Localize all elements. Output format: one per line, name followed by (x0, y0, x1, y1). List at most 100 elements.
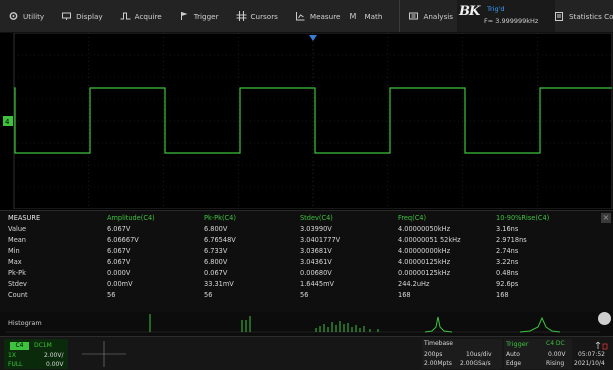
menu-display[interactable]: Display (53, 0, 112, 32)
cell: 3.16ns (496, 225, 519, 233)
cell: 6.800V (204, 258, 228, 266)
cell: 56 (204, 291, 213, 299)
clock-time: 05:07:52 (578, 351, 605, 358)
menu-acquire-label: Acquire (134, 11, 162, 21)
trigger-position-marker[interactable] (309, 35, 317, 41)
usb-network-icon (595, 341, 608, 350)
monitor-icon (62, 12, 72, 20)
cell: 244.2uHz (398, 280, 430, 288)
table-row: Value 6.067V 6.800V 3.03990V 4.00000050k… (0, 224, 600, 234)
cell: 6.76548V (204, 236, 236, 244)
cell: 2.9718ns (496, 236, 527, 244)
cell: 0.000V (107, 269, 131, 277)
brand-logo: BK (459, 4, 480, 19)
cell: 168 (398, 291, 411, 299)
trigger-slope: Rising (546, 360, 565, 367)
timebase-sample-rate: 2.00GSa/s (460, 360, 491, 367)
cell: 0.00680V (300, 269, 332, 277)
col-freq[interactable]: Freq(C4) (398, 213, 426, 223)
cell: 4.00000050kHz (398, 225, 451, 233)
cell: 1.6445mV (300, 280, 335, 288)
clock-date: 2021/10/4 (574, 360, 605, 367)
channel-offset: 0.00V (46, 361, 64, 368)
waveform-display[interactable]: 4 (0, 33, 613, 209)
trigger-type: Edge (506, 360, 522, 367)
row-label: Value (8, 225, 27, 233)
row-label: Min (8, 247, 20, 255)
cell: 56 (107, 291, 116, 299)
cell: 3.03990V (300, 225, 332, 233)
channel-bandwidth: FULL (8, 361, 23, 368)
cell: 0.00000125kHz (398, 269, 451, 277)
menu-utility[interactable]: Utility (0, 0, 53, 32)
menu-measure[interactable]: Measure (287, 0, 350, 32)
timebase-points: 2.00Mpts (424, 360, 452, 367)
channel-coupling: DC1M (34, 342, 52, 349)
histogram-toggle-button[interactable] (598, 312, 611, 325)
trigger-panel[interactable]: Trigger C4 DC Auto 0.00V Edge Rising (504, 339, 572, 369)
svg-text:4: 4 (5, 118, 10, 126)
measure-header: MEASURE Amplitude(C4) Pk-Pk(C4) Stdev(C4… (0, 213, 600, 223)
cell: 3.0401777V (300, 236, 341, 244)
statistics-config-button[interactable]: Statistics Config (555, 0, 613, 32)
menu-analysis-label: Analysis (423, 11, 454, 21)
trigger-frequency: F= 3.999999kHz (484, 17, 539, 25)
menu-acquire[interactable]: Acquire (112, 0, 171, 32)
timebase-scale: 10us/div (466, 351, 492, 358)
row-label: Max (8, 258, 22, 266)
statistics-config-label: Statistics Config (569, 11, 613, 21)
cell: 92.6ps (496, 280, 519, 288)
menu-trigger[interactable]: Trigger (171, 0, 228, 32)
cell: 0.00mV (107, 280, 133, 288)
cell: 3.04361V (300, 258, 332, 266)
cell: 6.06667V (107, 236, 139, 244)
row-label: Mean (8, 236, 26, 244)
trigger-level: 0.00V (548, 351, 566, 358)
cell: 4.00000000kHz (398, 247, 451, 255)
channel-c4-tag: C4 (10, 342, 29, 350)
trigger-title: Trigger (506, 340, 529, 348)
timebase-delay: 200ps (424, 351, 443, 358)
trigger-status-panel: BK Trig'd F= 3.999999kHz (457, 0, 555, 32)
channel-scale: 2.00V/ (44, 352, 64, 359)
col-stdev[interactable]: Stdev(C4) (300, 213, 333, 223)
channel-add-cross[interactable] (82, 341, 126, 367)
cell: 6.733V (204, 247, 228, 255)
col-pkpk[interactable]: Pk-Pk(C4) (204, 213, 236, 223)
menu-cursors[interactable]: Cursors (228, 0, 287, 32)
row-label: Stdev (8, 280, 27, 288)
menu-utility-label: Utility (23, 11, 45, 21)
clock-panel: 05:07:52 2021/10/4 (574, 339, 613, 369)
channel-c4-panel[interactable]: C4 DC1M 1X 2.00V/ FULL 0.00V (4, 339, 68, 369)
trigger-mode: Auto (506, 351, 520, 358)
menu-display-label: Display (76, 11, 103, 21)
analysis-icon (409, 12, 419, 20)
cell: 168 (496, 291, 509, 299)
table-row: Max 6.067V 6.800V 3.04361V 4.00000125kHz… (0, 257, 600, 267)
svg-text:M: M (350, 12, 357, 21)
cell: 4.00000125kHz (398, 258, 451, 266)
cell: 3.03681V (300, 247, 332, 255)
col-amplitude[interactable]: Amplitude(C4) (107, 213, 155, 223)
cell: 2.74ns (496, 247, 519, 255)
trigger-source: C4 DC (546, 340, 565, 347)
channel-c4-ground-marker[interactable]: 4 (3, 116, 13, 126)
measure-icon (295, 12, 305, 21)
timebase-panel[interactable]: Timebase 200ps 10us/div 2.00Mpts 2.00GSa… (422, 339, 502, 369)
table-row: Mean 6.06667V 6.76548V 3.0401777V 4.0000… (0, 235, 600, 245)
menu-measure-label: Measure (309, 11, 341, 21)
cell: 33.31mV (204, 280, 234, 288)
cell: 56 (300, 291, 309, 299)
status-bar: C4 DC1M 1X 2.00V/ FULL 0.00V Timebase 20… (0, 336, 613, 370)
menu-trigger-label: Trigger (193, 11, 219, 21)
col-rise[interactable]: 10-90%Rise(C4) (496, 213, 549, 223)
row-label: Pk-Pk (8, 269, 26, 277)
row-label: Count (8, 291, 28, 299)
cell: 6.800V (204, 225, 228, 233)
cursors-icon (236, 11, 247, 21)
menu-math[interactable]: M Math (349, 0, 391, 32)
cell: 0.48ns (496, 269, 519, 277)
cell: 6.067V (107, 258, 131, 266)
menu-analysis[interactable]: Analysis (399, 0, 462, 32)
measure-close-button[interactable]: × (601, 213, 611, 223)
